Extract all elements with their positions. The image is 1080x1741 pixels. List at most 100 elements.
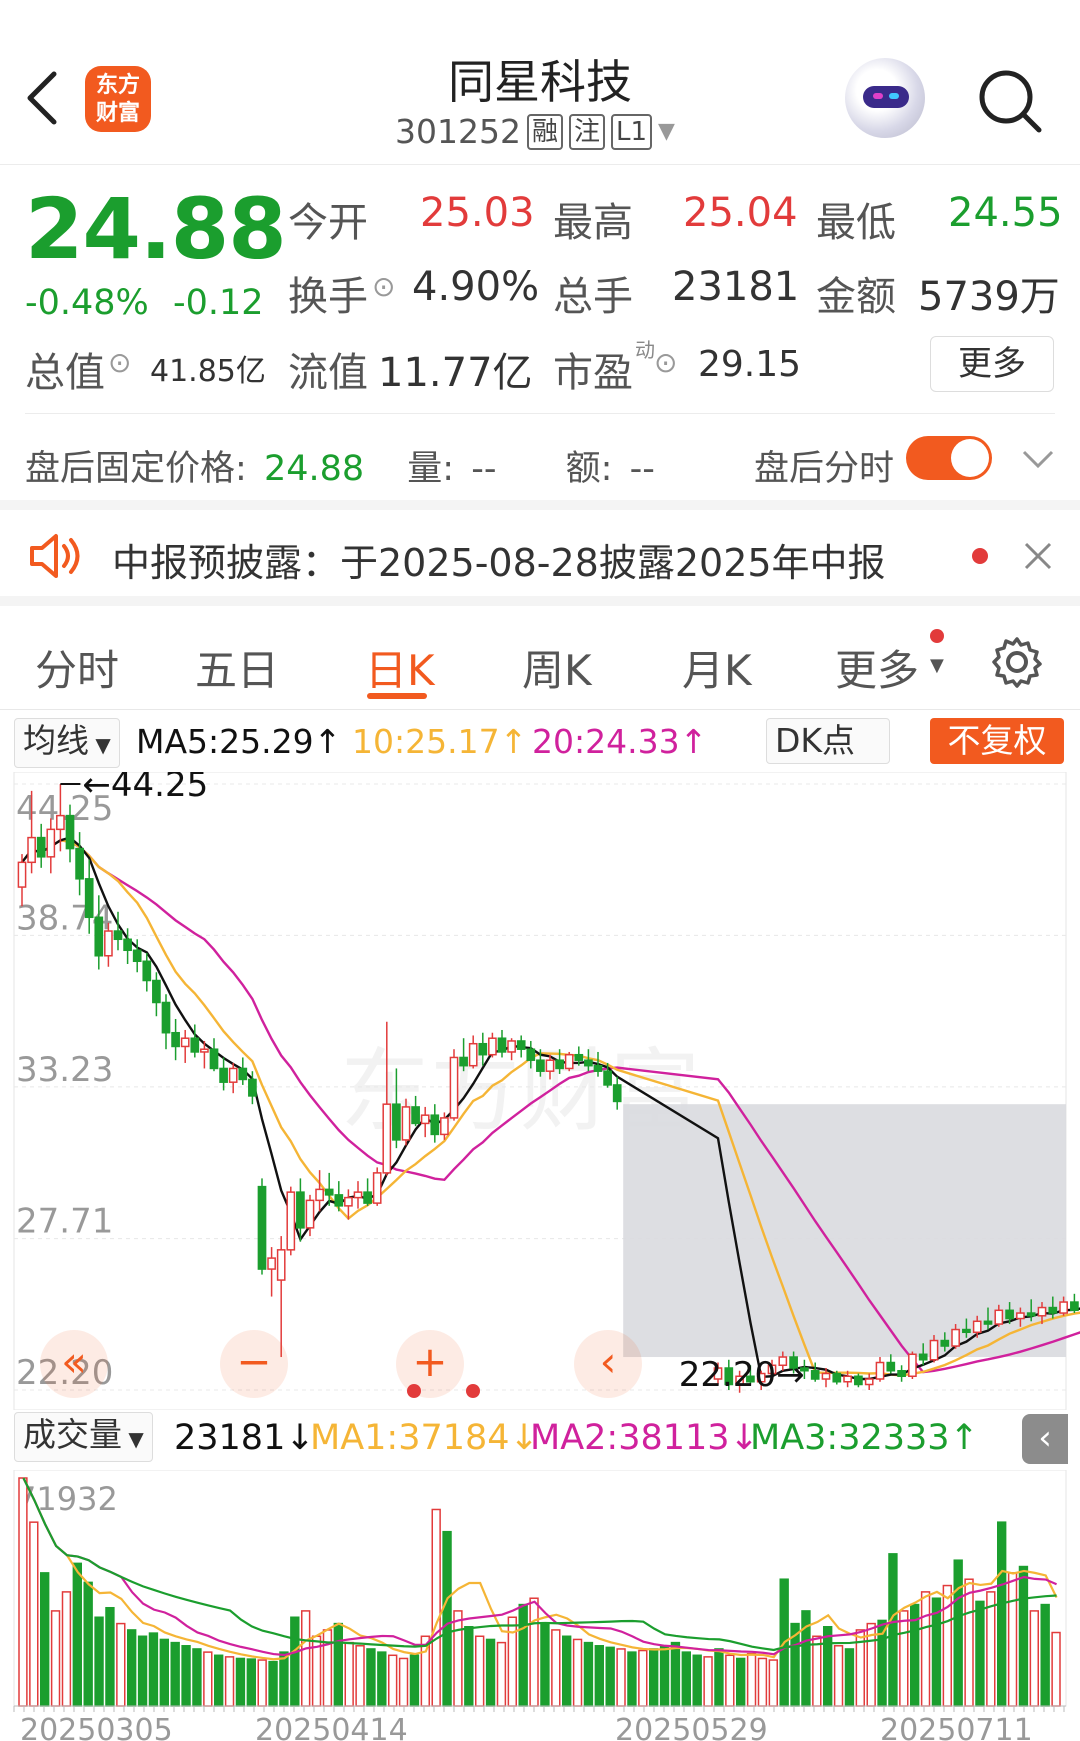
high-annotation: ←44.25	[82, 772, 208, 805]
candle	[75, 832, 84, 896]
tab-intraday[interactable]: 分时	[35, 637, 119, 698]
float-value: 11.77亿	[378, 350, 533, 396]
volume-indicator-value: 成交量	[23, 1415, 122, 1454]
volume-bar	[768, 1659, 778, 1707]
more-quote-button[interactable]: 更多	[930, 336, 1054, 392]
y-tick-label: 27.71	[16, 1202, 113, 1242]
gear-icon[interactable]	[990, 635, 1044, 689]
volume-bar	[61, 1591, 72, 1707]
marker-dot	[407, 1384, 421, 1398]
candle	[219, 1057, 228, 1091]
vol-ma1-value: MA1:37184↓	[310, 1418, 539, 1458]
candle-body	[497, 1037, 507, 1053]
change-amount: -0.12	[173, 283, 264, 323]
volume-bar	[181, 1645, 191, 1707]
candle-body	[1016, 1312, 1025, 1320]
tab-daily-k[interactable]: 日K	[365, 637, 435, 698]
caret-down-icon[interactable]: ▼	[658, 119, 675, 144]
volume-bar	[224, 1656, 235, 1707]
volume-bar	[562, 1635, 572, 1707]
volume-bar	[572, 1638, 583, 1707]
current-price: 24.88	[25, 180, 287, 278]
volume-bar	[398, 1657, 409, 1707]
info-icon[interactable]: ⊙	[654, 346, 677, 379]
chevron-down-icon[interactable]	[1020, 448, 1056, 472]
candle-body	[171, 1031, 180, 1048]
volume-chart[interactable]: 71932 20250305 20250414 20250529 20250711	[0, 1470, 1080, 1741]
x-tick-label: 20250414	[255, 1713, 408, 1741]
volume-bar	[681, 1651, 691, 1707]
volume-bar	[594, 1645, 604, 1707]
x-tick-label: 20250711	[880, 1713, 1033, 1741]
margin-tag: 融	[526, 113, 563, 150]
volume-bar	[997, 1521, 1007, 1707]
candle-body	[75, 847, 84, 880]
candle-body	[918, 1353, 928, 1361]
candle-body	[875, 1361, 885, 1380]
candle	[854, 1373, 863, 1388]
assistant-robot-icon[interactable]	[845, 58, 925, 138]
candle	[908, 1351, 917, 1380]
adjust-mode-button[interactable]: 不复权	[930, 718, 1064, 764]
volume-bar	[1029, 1610, 1039, 1707]
candle-body	[516, 1040, 526, 1050]
volume-bar	[192, 1648, 202, 1707]
candle-body	[27, 836, 36, 864]
marker-dot	[466, 1384, 480, 1398]
tab-more[interactable]: 更多	[835, 637, 919, 698]
candle	[886, 1354, 896, 1374]
amount-value: 5739万	[918, 274, 1060, 320]
candle-body	[1059, 1301, 1068, 1314]
zoom-out-button[interactable]: −	[220, 1330, 288, 1398]
indicator-select-value: 均线	[23, 721, 89, 760]
candle-body	[951, 1328, 960, 1347]
candle-body	[1048, 1306, 1058, 1314]
volume-bar	[203, 1651, 213, 1707]
volume-bar	[899, 1610, 909, 1707]
tab-more-caret-icon[interactable]: ▼	[930, 655, 944, 676]
tab-five-day[interactable]: 五日	[195, 637, 279, 698]
turnover-label: 换手	[288, 274, 368, 320]
candle-body	[574, 1053, 584, 1061]
volume-legend-bar: 成交量 ▼ 23181↓ MA1:37184↓ MA2:38113↓ MA3:3…	[0, 1410, 1080, 1468]
candle	[564, 1051, 574, 1072]
info-icon[interactable]: ⊙	[372, 270, 395, 303]
rewind-button[interactable]: «	[40, 1330, 108, 1398]
candle	[161, 994, 171, 1050]
dk-point-button[interactable]: DK点	[766, 718, 890, 764]
after-price-value: 24.88	[263, 449, 365, 489]
change-percent: -0.48%	[25, 283, 149, 323]
volume-bar	[40, 1572, 50, 1707]
volume-bar	[659, 1645, 670, 1707]
candle-body	[564, 1053, 574, 1070]
level-tag[interactable]: L1	[611, 113, 653, 150]
close-icon[interactable]	[1022, 540, 1054, 572]
search-icon[interactable]	[975, 66, 1045, 136]
candle-body	[440, 1117, 449, 1136]
notice-text[interactable]: 中报预披露：于2025-08-28披露2025年中报	[112, 532, 886, 587]
indicator-select[interactable]: 均线 ▼	[14, 718, 120, 768]
tab-weekly-k[interactable]: 周K	[522, 637, 592, 698]
candle-body	[854, 1375, 863, 1386]
after-hours-toggle[interactable]	[906, 436, 992, 480]
candle-body	[449, 1056, 459, 1119]
candle	[36, 823, 46, 868]
volume-bar	[1040, 1603, 1050, 1707]
collapse-panel-button[interactable]: ‹	[1022, 1414, 1068, 1464]
volume-indicator-select[interactable]: 成交量 ▼	[14, 1412, 153, 1462]
tab-monthly-k[interactable]: 月K	[682, 637, 752, 698]
back-arrow-icon[interactable]	[22, 68, 62, 128]
app-logo[interactable]: 东方 财富	[85, 66, 151, 132]
notice-banner[interactable]: 中报预披露：于2025-08-28披露2025年中报	[0, 500, 1080, 606]
after-hours-switch-label: 盘后分时	[754, 449, 895, 489]
info-icon[interactable]: ⊙	[108, 346, 131, 379]
kline-chart[interactable]: 东方财富44.2538.7433.2327.7122.20←44.2522.20…	[0, 772, 1080, 1410]
candle-body	[962, 1328, 971, 1334]
volume-bar	[214, 1654, 224, 1707]
candle-body	[305, 1199, 315, 1229]
volume-bar	[1051, 1631, 1061, 1707]
scroll-left-button[interactable]: ‹	[574, 1330, 642, 1398]
volume-bar	[551, 1629, 561, 1707]
zoom-in-button[interactable]: +	[396, 1330, 464, 1398]
volume-bar	[290, 1616, 300, 1707]
